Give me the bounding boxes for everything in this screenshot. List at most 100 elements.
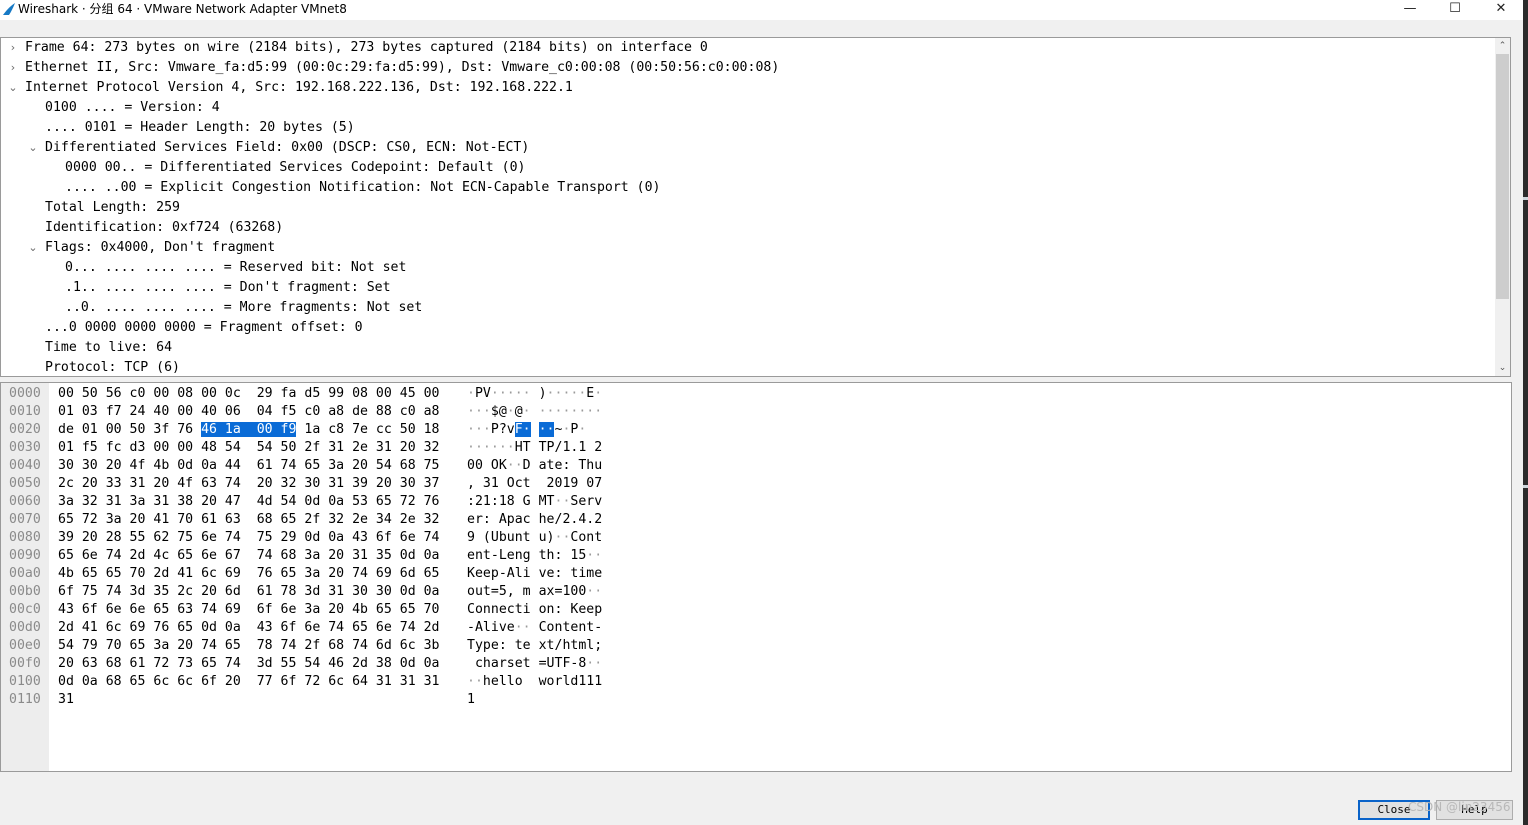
- hex-byte[interactable]: 65: [58, 512, 74, 527]
- hex-byte[interactable]: 0d: [304, 530, 320, 545]
- hex-byte[interactable]: 73: [177, 656, 193, 671]
- hex-byte[interactable]: 61: [201, 512, 217, 527]
- hex-byte[interactable]: 4b: [352, 602, 368, 617]
- hex-byte[interactable]: 2d: [130, 548, 146, 563]
- hex-byte[interactable]: 32: [82, 494, 98, 509]
- hex-byte[interactable]: 78: [257, 638, 273, 653]
- hex-byte[interactable]: 74: [328, 620, 344, 635]
- hex-bytes[interactable]: 4b 65 65 70 2d 41 6c 69 76 65 3a 20 74 6…: [58, 565, 439, 583]
- ascii-bytes[interactable]: 00 OK··D ate: Thu: [467, 457, 602, 475]
- hex-byte[interactable]: 0a: [82, 674, 98, 689]
- hex-byte[interactable]: 68: [328, 638, 344, 653]
- tree-item[interactable]: .1.. .... .... .... = Don't fragment: Se…: [65, 278, 391, 298]
- hex-byte[interactable]: 88: [376, 404, 392, 419]
- expanded-chevron-icon[interactable]: ⌄: [27, 138, 39, 158]
- hex-byte[interactable]: 6e: [82, 548, 98, 563]
- hex-byte[interactable]: 20: [201, 494, 217, 509]
- hex-byte[interactable]: 3a: [130, 494, 146, 509]
- hex-byte[interactable]: 20: [400, 440, 416, 455]
- hex-byte[interactable]: 20: [153, 476, 169, 491]
- hex-byte[interactable]: 74: [225, 476, 241, 491]
- hex-byte[interactable]: 0d: [201, 620, 217, 635]
- hex-byte[interactable]: 33: [106, 476, 122, 491]
- hex-byte[interactable]: 6f: [376, 530, 392, 545]
- hex-byte[interactable]: f9: [280, 422, 297, 437]
- hex-bytes[interactable]: 20 63 68 61 72 73 65 74 3d 55 54 46 2d 3…: [58, 655, 439, 673]
- hex-byte[interactable]: 74: [106, 548, 122, 563]
- hex-byte[interactable]: 55: [281, 656, 297, 671]
- hex-byte[interactable]: 00: [58, 386, 74, 401]
- hex-byte[interactable]: 32: [328, 512, 344, 527]
- hex-byte[interactable]: 3a: [153, 638, 169, 653]
- hex-byte[interactable]: 0d: [400, 548, 416, 563]
- hex-byte[interactable]: 20: [376, 476, 392, 491]
- hex-byte[interactable]: 77: [257, 674, 273, 689]
- hex-byte[interactable]: a8: [328, 404, 344, 419]
- hex-byte[interactable]: 69: [225, 566, 241, 581]
- hex-byte[interactable]: 43: [257, 620, 273, 635]
- hex-bytes[interactable]: 30 30 20 4f 4b 0d 0a 44 61 74 65 3a 20 5…: [58, 457, 439, 475]
- hex-byte[interactable]: 6f: [82, 602, 98, 617]
- hex-byte[interactable]: 56: [106, 386, 122, 401]
- hex-byte[interactable]: 69: [130, 620, 146, 635]
- hex-byte[interactable]: 6e: [400, 530, 416, 545]
- hex-byte[interactable]: 44: [225, 458, 241, 473]
- hex-byte[interactable]: 74: [201, 638, 217, 653]
- tree-item[interactable]: ...0 0000 0000 0000 = Fragment offset: 0: [45, 318, 363, 338]
- hex-byte[interactable]: 4d: [257, 494, 273, 509]
- hex-byte[interactable]: 18: [424, 422, 440, 437]
- hex-byte[interactable]: 20: [328, 602, 344, 617]
- hex-bytes[interactable]: 6f 75 74 3d 35 2c 20 6d 61 78 3d 31 30 3…: [58, 583, 439, 601]
- tree-item[interactable]: Flags: 0x4000, Don't fragment: [45, 238, 275, 258]
- hex-byte[interactable]: 43: [352, 530, 368, 545]
- hex-byte[interactable]: 76: [424, 494, 440, 509]
- hex-byte[interactable]: 31: [424, 674, 440, 689]
- hex-byte[interactable]: 0a: [201, 458, 217, 473]
- hex-byte[interactable]: 31: [153, 494, 169, 509]
- hex-byte[interactable]: 6e: [106, 602, 122, 617]
- hex-byte[interactable]: 00: [177, 440, 193, 455]
- hex-byte[interactable]: 0d: [58, 674, 74, 689]
- hex-byte[interactable]: f5: [281, 404, 297, 419]
- hex-byte[interactable]: 74: [281, 458, 297, 473]
- hex-bytes[interactable]: 65 6e 74 2d 4c 65 6e 67 74 68 3a 20 31 3…: [58, 547, 439, 565]
- hex-byte[interactable]: 0d: [177, 458, 193, 473]
- hex-byte[interactable]: 65: [177, 620, 193, 635]
- hex-byte[interactable]: c0: [400, 404, 416, 419]
- hex-byte[interactable]: 40: [201, 404, 217, 419]
- hex-byte[interactable]: 29: [281, 530, 297, 545]
- hex-bytes[interactable]: 31: [58, 691, 74, 709]
- hex-byte[interactable]: 01: [82, 422, 98, 437]
- hex-byte[interactable]: 08: [352, 386, 368, 401]
- hex-byte[interactable]: c0: [304, 404, 320, 419]
- tree-item[interactable]: 0100 .... = Version: 4: [45, 98, 220, 118]
- scrollbar-thumb[interactable]: [1496, 54, 1509, 299]
- ascii-bytes[interactable]: ·PV····· )·····E·: [467, 385, 602, 403]
- hex-byte[interactable]: 00: [256, 422, 273, 437]
- hex-byte[interactable]: 3d: [130, 584, 146, 599]
- hex-byte[interactable]: 74: [352, 566, 368, 581]
- hex-byte[interactable]: 6c: [328, 674, 344, 689]
- hex-byte[interactable]: 63: [177, 602, 193, 617]
- hex-byte[interactable]: 54: [304, 656, 320, 671]
- hex-byte[interactable]: 4c: [153, 548, 169, 563]
- hex-byte[interactable]: 30: [352, 584, 368, 599]
- hex-byte[interactable]: a8: [424, 404, 440, 419]
- hex-byte[interactable]: 74: [225, 656, 241, 671]
- hex-byte[interactable]: 70: [424, 602, 440, 617]
- hex-byte[interactable]: 65: [281, 566, 297, 581]
- collapsed-chevron-icon[interactable]: ›: [7, 38, 19, 58]
- hex-bytes[interactable]: 39 20 28 55 62 75 6e 74 75 29 0d 0a 43 6…: [58, 529, 439, 547]
- hex-byte[interactable]: 41: [153, 512, 169, 527]
- hex-byte[interactable]: 20: [257, 476, 273, 491]
- hex-byte[interactable]: 00: [153, 386, 169, 401]
- hex-bytes[interactable]: 65 72 3a 20 41 70 61 63 68 65 2f 32 2e 3…: [58, 511, 439, 529]
- hex-byte[interactable]: d5: [304, 386, 320, 401]
- hex-byte[interactable]: 6e: [201, 548, 217, 563]
- hex-byte[interactable]: 74: [106, 584, 122, 599]
- hex-byte[interactable]: 31: [106, 494, 122, 509]
- hex-byte[interactable]: 31: [376, 674, 392, 689]
- tree-item[interactable]: .... ..00 = Explicit Congestion Notifica…: [65, 178, 660, 198]
- collapsed-chevron-icon[interactable]: ›: [7, 58, 19, 78]
- hex-byte[interactable]: 6f: [257, 602, 273, 617]
